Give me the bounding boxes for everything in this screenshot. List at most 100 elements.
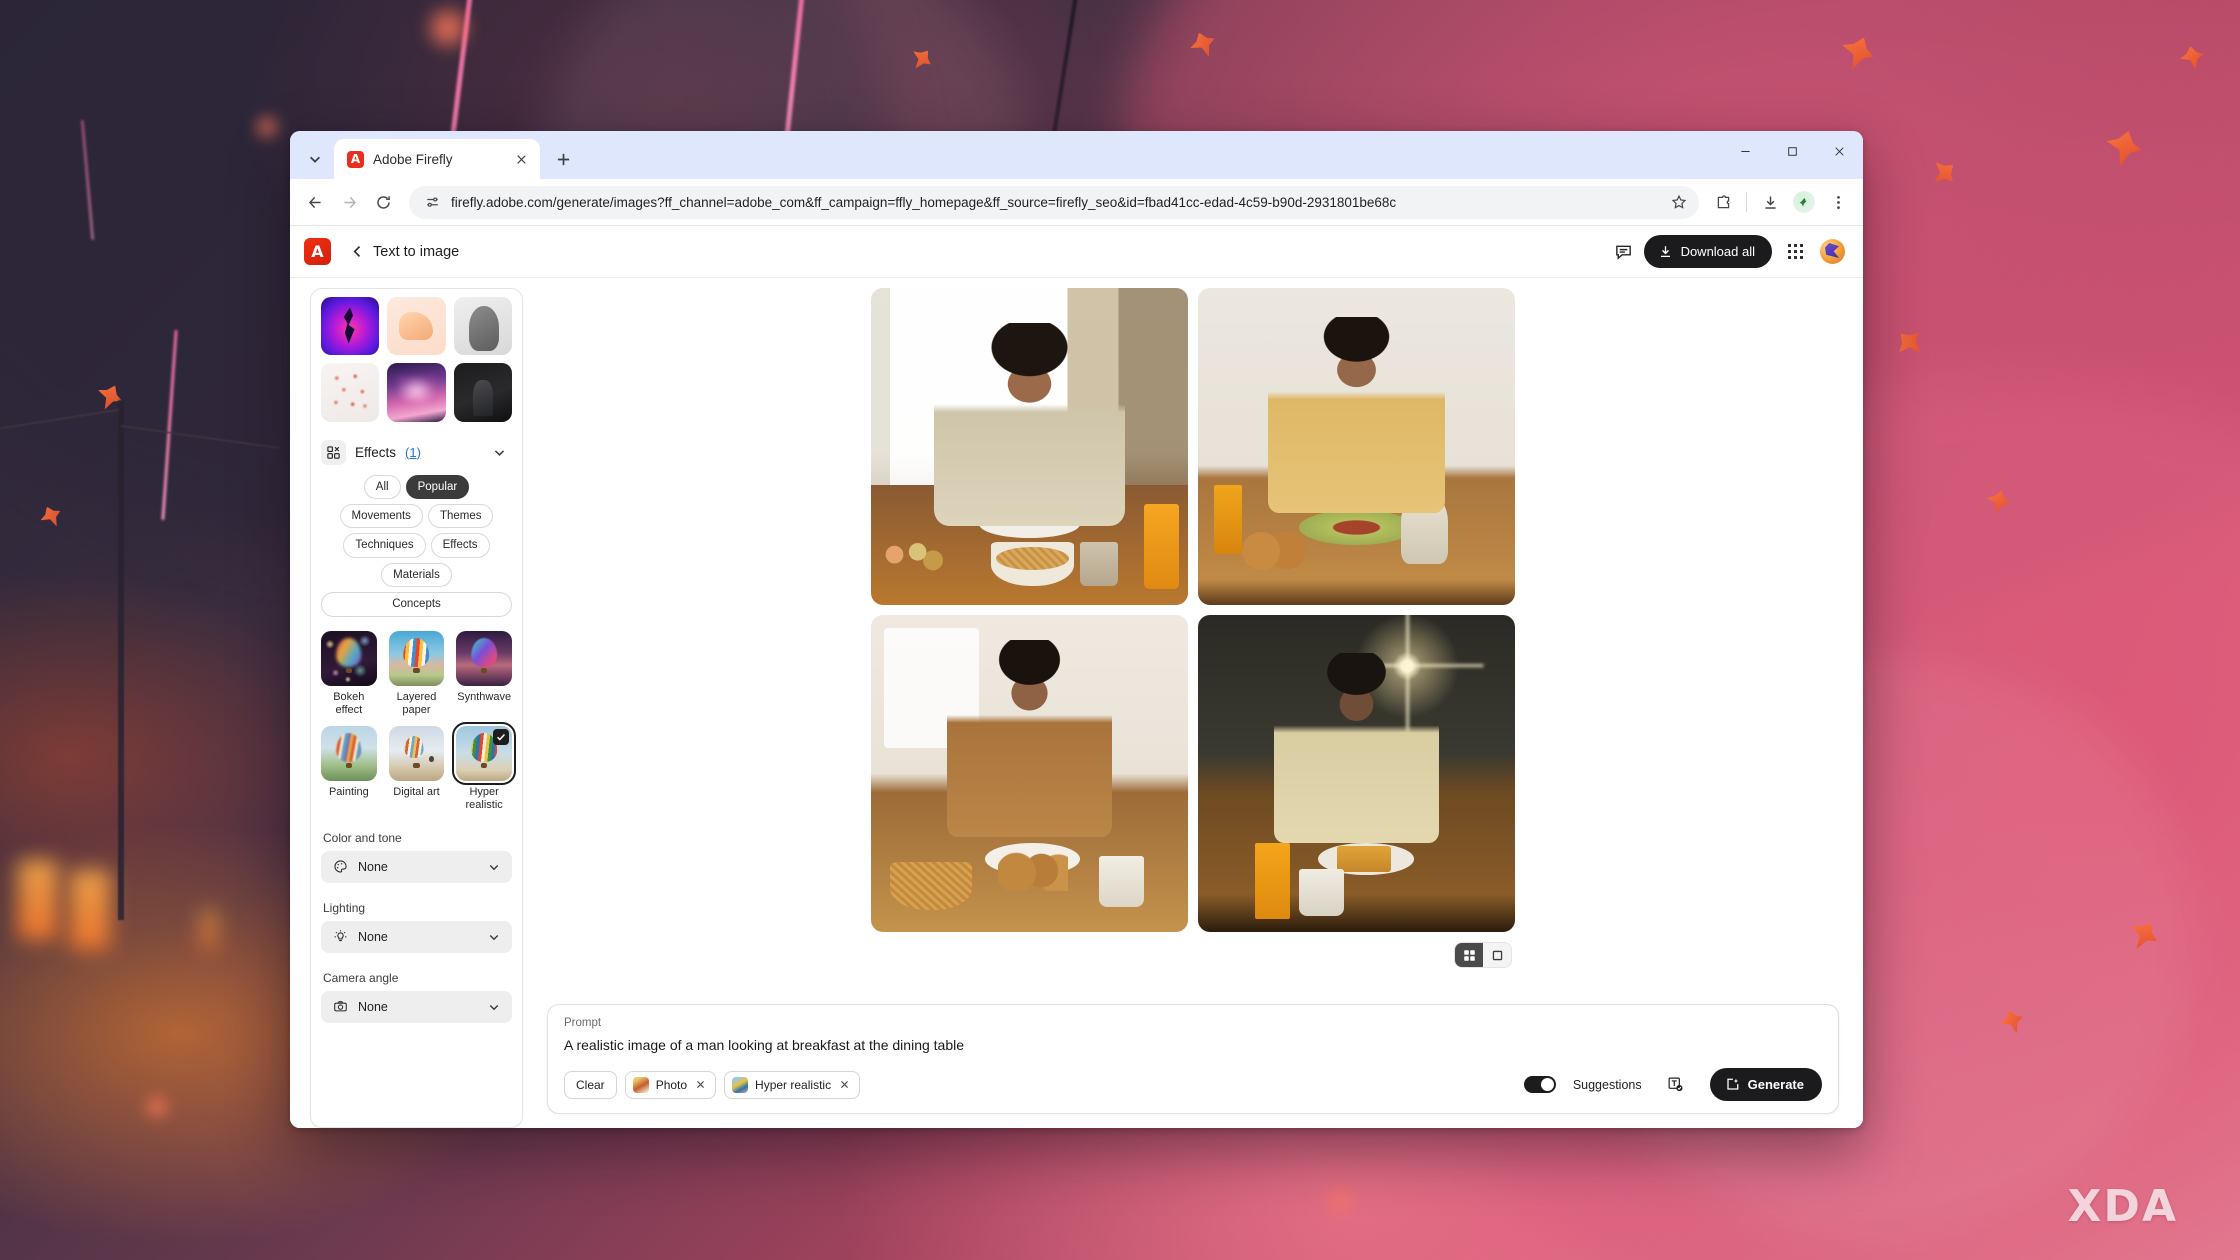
download-all-button[interactable]: Download all xyxy=(1643,235,1772,268)
page-title: Text to image xyxy=(373,243,460,260)
prompt-label: Prompt xyxy=(564,1016,602,1029)
effects-chip-materials[interactable]: Materials xyxy=(381,562,452,588)
bowl-of-food xyxy=(890,862,973,910)
effects-count[interactable]: (1) xyxy=(405,445,421,460)
app-back-chevron-left-icon[interactable] xyxy=(343,238,371,266)
effects-chip-techniques[interactable]: Techniques xyxy=(343,533,426,558)
prompt-token-hyper-realistic[interactable]: Hyper realistic xyxy=(724,1070,861,1099)
effect-card-hyper-realistic[interactable]: Hyper realistic xyxy=(452,721,516,813)
hot-air-balloon-illustration xyxy=(456,631,512,687)
effect-thumb-hyper-realistic xyxy=(452,721,516,786)
reference-thumb-cinematic-dark-portrait[interactable] xyxy=(453,363,512,422)
generated-image-2[interactable] xyxy=(1198,288,1515,605)
camera-angle-label: Camera angle xyxy=(323,970,399,985)
bowl-of-food xyxy=(991,541,1074,586)
effects-chip-popular[interactable]: Popular xyxy=(405,474,470,500)
camera-angle-select[interactable]: None xyxy=(321,990,512,1023)
close-icon[interactable] xyxy=(1816,131,1863,171)
omnibox-url-text: firefly.adobe.com/generate/images?ff_cha… xyxy=(451,194,1397,210)
apps-grid-icon[interactable] xyxy=(1778,236,1812,268)
lighting-select[interactable]: None xyxy=(321,920,512,953)
nav-forward-arrow-right-icon[interactable] xyxy=(333,186,365,218)
omnibox[interactable]: firefly.adobe.com/generate/images?ff_cha… xyxy=(409,185,1699,219)
token-remove-close-icon[interactable] xyxy=(694,1079,706,1091)
left-sidebar: Effects (1) All Popular Movements Themes… xyxy=(290,278,523,1128)
nav-back-arrow-left-icon[interactable] xyxy=(299,186,331,218)
adobe-logo-icon[interactable]: A xyxy=(304,238,331,265)
generated-image-3[interactable] xyxy=(871,615,1188,932)
generated-image-4[interactable] xyxy=(1198,615,1515,932)
bookmark-star-icon[interactable] xyxy=(1665,188,1693,216)
downloads-icon[interactable] xyxy=(1754,186,1786,218)
effect-label: Digital art xyxy=(393,786,440,799)
settings-panel-scroll[interactable]: Effects (1) All Popular Movements Themes… xyxy=(311,289,522,1127)
text-verify-icon[interactable] xyxy=(1664,1073,1688,1097)
effect-label: Hyper realistic xyxy=(465,786,503,812)
wallpaper-leaf xyxy=(37,503,66,532)
maximize-icon[interactable] xyxy=(1769,131,1816,171)
chevron-down-icon xyxy=(486,999,502,1015)
tab-search-chevron-down-icon[interactable] xyxy=(296,139,334,179)
suggestions-label: Suggestions xyxy=(1572,1077,1642,1092)
grid-view-icon[interactable] xyxy=(1455,943,1483,967)
effects-chip-themes[interactable]: Themes xyxy=(427,504,494,529)
browser-tab[interactable]: A Adobe Firefly xyxy=(334,139,540,179)
reference-thumb-3d-thumbs-up[interactable] xyxy=(387,297,446,356)
effects-chip-effects[interactable]: Effects xyxy=(430,533,490,558)
color-and-tone-select[interactable]: None xyxy=(321,850,512,883)
suggestions-toggle[interactable] xyxy=(1523,1076,1556,1093)
minimize-icon[interactable] xyxy=(1722,131,1769,171)
main-content: Prompt A realistic image of a man lookin… xyxy=(523,278,1863,1128)
lighting-label: Lighting xyxy=(323,900,366,915)
muffins xyxy=(997,849,1068,891)
browser-profile-avatar[interactable] xyxy=(1788,186,1820,218)
camera-icon xyxy=(331,998,349,1016)
effects-icon xyxy=(321,439,346,465)
watermark-text: XDA xyxy=(2067,1181,2178,1232)
extensions-puzzle-icon[interactable] xyxy=(1707,186,1739,218)
view-toggle-row xyxy=(868,942,1512,968)
prompt-input[interactable]: A realistic image of a man looking at br… xyxy=(564,1036,1822,1054)
token-label: Hyper realistic xyxy=(755,1077,832,1092)
orange-juice-glass xyxy=(1143,503,1179,590)
effects-section-header[interactable]: Effects (1) xyxy=(321,428,512,475)
token-remove-close-icon[interactable] xyxy=(838,1079,850,1091)
clear-button[interactable]: Clear xyxy=(564,1070,617,1099)
effect-card-bokeh-effect[interactable]: Bokeh effect xyxy=(321,630,377,718)
effect-thumb-layered-paper xyxy=(388,630,445,687)
effects-chip-movements[interactable]: Movements xyxy=(339,504,423,529)
browser-kebab-menu-icon[interactable] xyxy=(1822,186,1854,218)
effects-chip-all[interactable]: All xyxy=(363,474,401,500)
generated-images-grid xyxy=(871,288,1515,932)
window-controls xyxy=(1722,131,1863,171)
effects-chip-concepts[interactable]: Concepts xyxy=(321,592,512,617)
wallpaper-window-glow xyxy=(70,870,110,950)
effect-card-painting[interactable]: Painting xyxy=(321,725,377,813)
reference-thumbnail-grid xyxy=(321,297,512,422)
reference-thumb-pencil-sketch-bust[interactable] xyxy=(453,297,512,356)
site-settings-tune-icon[interactable] xyxy=(422,192,442,212)
app-header: A Text to image Download all xyxy=(290,226,1863,278)
generated-image-1[interactable] xyxy=(871,288,1188,605)
effect-card-digital-art[interactable]: Digital art xyxy=(388,725,445,813)
effect-card-synthwave[interactable]: Synthwave xyxy=(456,630,512,718)
feedback-icon[interactable] xyxy=(1608,236,1640,268)
wallpaper-bokeh xyxy=(420,0,476,56)
wallpaper-bokeh xyxy=(1320,1180,1360,1220)
effect-card-layered-paper[interactable]: Layered paper xyxy=(388,630,445,718)
effect-label: Painting xyxy=(328,786,369,799)
single-view-icon[interactable] xyxy=(1483,943,1511,967)
reference-thumb-neon-portal-dancer[interactable] xyxy=(321,297,380,356)
generate-button[interactable]: Generate xyxy=(1709,1068,1822,1101)
effects-collapse-chevron-down-icon[interactable] xyxy=(488,441,510,463)
tab-close-icon[interactable] xyxy=(512,150,530,168)
reference-thumb-paper-collage-figures[interactable] xyxy=(321,363,380,422)
prompt-token-photo[interactable]: Photo xyxy=(624,1070,717,1099)
nav-reload-icon[interactable] xyxy=(367,186,399,218)
reference-thumb-dreamy-pink-clouds[interactable] xyxy=(387,363,446,422)
new-tab-plus-icon[interactable] xyxy=(546,142,580,176)
prompt-card: Prompt A realistic image of a man lookin… xyxy=(547,1003,1839,1114)
token-thumbnail-photo xyxy=(632,1076,649,1093)
plate xyxy=(978,509,1081,539)
user-avatar[interactable] xyxy=(1820,239,1845,264)
